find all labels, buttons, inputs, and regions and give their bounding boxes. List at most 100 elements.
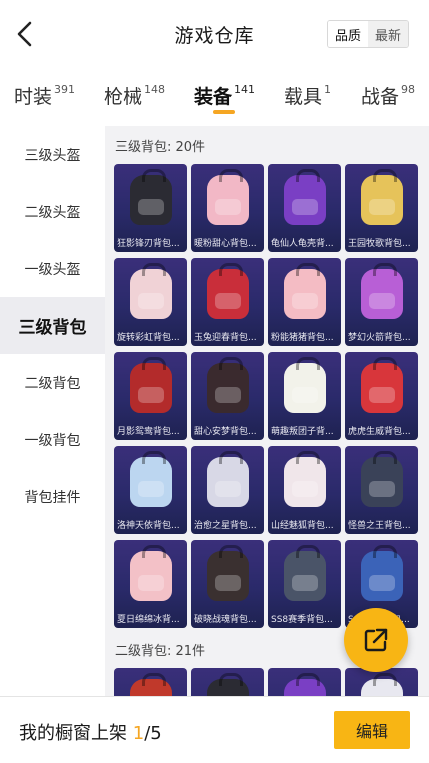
item-label: 龟仙人龟壳背... [271,239,334,249]
item-card[interactable] [345,668,418,696]
backpack-image [126,673,175,696]
item-card[interactable]: 梦幻火箭背包... [345,258,418,346]
tab-vehicles[interactable]: 载具 1 [284,82,331,109]
sidebar-item-backpack-charm[interactable]: 背包挂件 [0,468,105,525]
item-card[interactable]: 破晓战魂背包... [191,540,264,628]
share-button[interactable] [344,608,408,672]
backpack-image [126,169,175,228]
tab-battle-prep[interactable]: 战备 98 [361,82,415,109]
edit-button[interactable]: 编辑 [334,711,410,749]
item-card[interactable]: 王园牧歌背包... [345,164,418,252]
sort-quality[interactable]: 品质 [328,21,368,47]
item-label: 玉兔迎春背包... [194,333,257,343]
item-card[interactable]: 玉兔迎春背包... [191,258,264,346]
back-button[interactable] [10,19,40,49]
item-card[interactable]: 洛神天依背包... [114,446,187,534]
sidebar-item-helmet-lv3[interactable]: 三级头盔 [0,126,105,183]
item-label: 破晓战魂背包... [194,615,257,625]
sidebar-item-helmet-lv1[interactable]: 一级头盔 [0,240,105,297]
sidebar-item-helmet-lv2[interactable]: 二级头盔 [0,183,105,240]
backpack-image [280,673,329,696]
header: 游戏仓库 品质 最新 [0,0,429,68]
sidebar: 三级头盔 二级头盔 一级头盔 三级背包 二级背包 一级背包 背包挂件 [0,126,105,696]
backpack-image [126,263,175,322]
item-card[interactable]: SS8赛季背包... [268,540,341,628]
backpack-icon [283,545,326,601]
backpack-icon [283,451,326,507]
backpack-image [126,357,175,416]
item-card[interactable] [268,668,341,696]
tab-guns[interactable]: 枪械 148 [104,82,165,109]
item-card[interactable]: 粉能猪猪背包... [268,258,341,346]
sidebar-item-backpack-lv2[interactable]: 二级背包 [0,354,105,411]
backpack-image [203,357,252,416]
backpack-icon [129,357,172,413]
item-label: 山经魅狐背包... [271,521,334,531]
item-label: 狂影锋刃背包... [117,239,180,249]
backpack-image [203,263,252,322]
item-label: 暖粉甜心背包... [194,239,257,249]
item-card[interactable]: 怪兽之王背包... [345,446,418,534]
sort-latest[interactable]: 最新 [368,21,408,47]
item-label: 虎虎生威背包... [348,427,411,437]
backpack-image [280,263,329,322]
backpack-image [357,673,406,696]
page-title: 游戏仓库 [174,24,255,47]
item-card[interactable]: 治愈之星背包... [191,446,264,534]
item-card[interactable]: 旋转彩虹背包... [114,258,187,346]
backpack-image [357,169,406,228]
sidebar-item-backpack-lv3[interactable]: 三级背包 [0,297,105,354]
backpack-icon [360,263,403,319]
backpack-icon [283,357,326,413]
section-title: 三级背包: 20件 [115,140,206,155]
chevron-left-icon [17,21,32,47]
sort-toggle: 品质 最新 [327,20,409,48]
backpack-icon [206,169,249,225]
tab-equipment[interactable]: 装备 141 [194,82,255,109]
item-card[interactable]: 虎虎生威背包... [345,352,418,440]
backpack-image [126,545,175,604]
backpack-icon [206,263,249,319]
item-card[interactable] [191,668,264,696]
backpack-icon [129,545,172,601]
item-label: 梦幻火箭背包... [348,333,411,343]
backpack-icon [129,451,172,507]
backpack-icon [283,263,326,319]
item-label: 甜心安梦背包... [194,427,257,437]
backpack-image [357,451,406,510]
item-label: 旋转彩虹背包... [117,333,180,343]
item-card[interactable]: 狂影锋刃背包... [114,164,187,252]
item-label: 怪兽之王背包... [348,521,411,531]
item-label: 王园牧歌背包... [348,239,411,249]
item-card[interactable] [114,668,187,696]
sidebar-item-backpack-lv1[interactable]: 一级背包 [0,411,105,468]
backpack-icon [360,169,403,225]
item-card[interactable]: 龟仙人龟壳背... [268,164,341,252]
backpack-icon [283,169,326,225]
backpack-image [280,451,329,510]
item-card[interactable]: 山经魅狐背包... [268,446,341,534]
backpack-image [203,451,252,510]
backpack-image [280,357,329,416]
item-card[interactable]: 月影鸳鸯背包... [114,352,187,440]
backpack-icon [206,545,249,601]
backpack-icon [283,673,326,696]
share-external-icon [364,628,388,652]
item-label: 夏日绵绵冰背... [117,615,180,625]
item-label: 洛神天依背包... [117,521,180,531]
tab-fashion[interactable]: 时装 391 [14,82,75,109]
item-card[interactable]: 暖粉甜心背包... [191,164,264,252]
item-label: 萌趣叛团子背... [271,427,334,437]
backpack-icon [360,673,403,696]
showcase-status: 我的橱窗上架 1/5 [19,723,162,744]
backpack-image [357,545,406,604]
backpack-image [280,169,329,228]
backpack-image [280,545,329,604]
backpack-icon [206,673,249,696]
item-label: 治愈之星背包... [194,521,257,531]
item-card[interactable]: 萌趣叛团子背... [268,352,341,440]
item-card[interactable]: 夏日绵绵冰背... [114,540,187,628]
item-label: 月影鸳鸯背包... [117,427,180,437]
item-card[interactable]: 甜心安梦背包... [191,352,264,440]
category-tabs: 时装 391 枪械 148 装备 141 载具 1 战备 98 [0,76,429,122]
